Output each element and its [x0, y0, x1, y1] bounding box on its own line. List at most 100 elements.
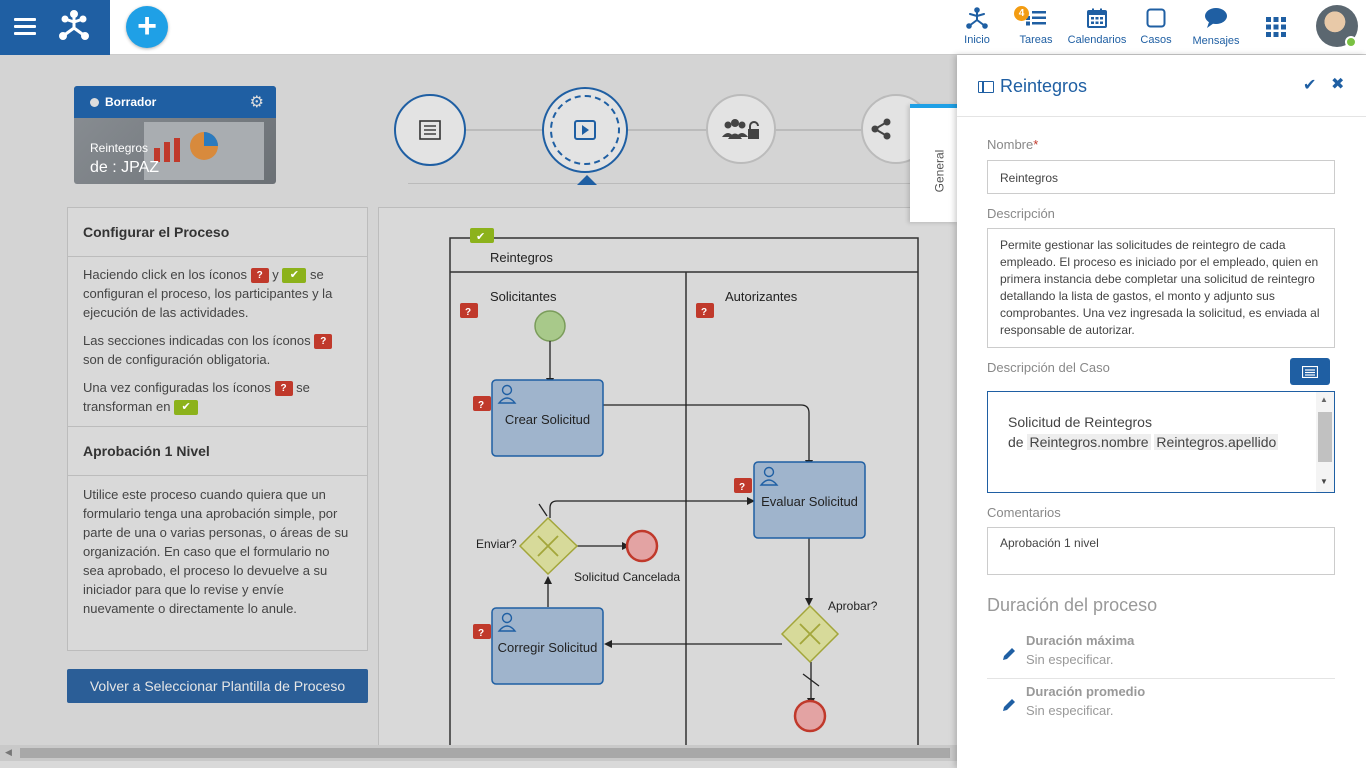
p2-text-a: Las secciones indicadas con los íconos: [83, 333, 311, 348]
comentarios-textarea[interactable]: Aprobación 1 nivel: [987, 527, 1335, 575]
step-connector: [430, 129, 910, 131]
edit-pencil-icon[interactable]: [1001, 646, 1017, 662]
svg-text:?: ?: [478, 400, 484, 411]
check-icon: ✔: [174, 400, 199, 416]
desc-caso-line2: de Reintegros.nombre Reintegros.apellido: [1008, 434, 1279, 450]
logo-icon[interactable]: [58, 10, 90, 42]
panel-title: Reintegros: [1000, 76, 1088, 96]
brand-area: [0, 0, 110, 55]
svg-text:✔: ✔: [476, 231, 485, 243]
required-icon: ?: [250, 268, 269, 284]
duracion-promedio-row[interactable]: Duración promedio Sin especificar.: [987, 684, 1335, 730]
desc-caso-label: Descripción del Caso: [987, 360, 1110, 375]
end-event: [793, 699, 827, 733]
svg-text:?: ?: [478, 628, 484, 639]
gateway-aprobar-label: Aprobar?: [828, 599, 878, 613]
process-icon: [966, 7, 988, 29]
properties-panel: Reintegros ✔ ✖ Nombre* Reintegros Descri…: [957, 55, 1366, 768]
svg-text:?: ?: [701, 307, 707, 318]
scroll-left-icon[interactable]: ◀: [5, 747, 12, 758]
form-icon: [419, 120, 441, 140]
template-section-title: Aprobación 1 Nivel: [68, 427, 367, 476]
descripcion-textarea[interactable]: Permite gestionar las solicitudes de rei…: [987, 228, 1335, 348]
nav-casos[interactable]: Casos: [1138, 6, 1174, 46]
nav-casos-label: Casos: [1140, 34, 1172, 46]
back-to-templates-button[interactable]: Volver a Seleccionar Plantilla de Proces…: [67, 669, 368, 703]
task-evaluar-label[interactable]: Evaluar Solicitud: [754, 494, 865, 509]
nav-inicio-label: Inicio: [964, 34, 990, 46]
lane-autorizantes-label: Autorizantes: [725, 289, 798, 304]
nav-tareas-label: Tareas: [1019, 34, 1053, 46]
confirm-icon[interactable]: ✔: [1303, 75, 1316, 95]
variable-chip[interactable]: Reintegros.nombre: [1027, 434, 1151, 450]
gear-icon[interactable]: ⚙: [250, 92, 264, 112]
panel-icon: [978, 81, 994, 93]
duracion-maxima-row[interactable]: Duración máxima Sin especificar.: [987, 633, 1335, 679]
process-diagram: ✔ ? ? ? ? ? Reintegros Solicitantes Auto…: [378, 207, 958, 748]
tab-general[interactable]: General: [910, 104, 958, 222]
descripcion-label: Descripción: [987, 206, 1055, 221]
start-event: [534, 310, 566, 342]
menu-icon[interactable]: [14, 18, 36, 36]
task-crear-label[interactable]: Crear Solicitud: [492, 412, 603, 427]
nav-calendarios-label: Calendarios: [1067, 34, 1127, 46]
crear-required-icon: ?: [473, 396, 491, 411]
pool-label: Reintegros: [490, 250, 553, 265]
p2-text-b: son de configuración obligatoria.: [83, 352, 271, 367]
status-dot-icon: [90, 97, 99, 107]
nav-mensajes[interactable]: Mensajes: [1190, 6, 1242, 47]
svg-text:?: ?: [465, 307, 471, 318]
p1-text-b: y: [272, 267, 279, 282]
step-baseline: [408, 183, 928, 184]
apps-grid-icon[interactable]: [1266, 17, 1286, 37]
nombre-label: Nombre*: [987, 137, 1039, 152]
task-corregir-label[interactable]: Corregir Solicitud: [492, 640, 603, 655]
config-section-title: Configurar el Proceso: [68, 208, 367, 257]
messages-icon: [1205, 8, 1227, 28]
configuration-help-panel: Configurar el Proceso Haciendo click en …: [67, 207, 368, 651]
card-status: Borrador: [105, 95, 157, 109]
desc-caso-editor-button[interactable]: [1290, 358, 1330, 385]
variable-chip[interactable]: Reintegros.apellido: [1154, 434, 1279, 450]
lane1-required-icon: ?: [460, 303, 478, 318]
required-icon: ?: [314, 334, 333, 350]
template-description: Utilice este proceso cuando quiera que u…: [83, 487, 349, 616]
nav-calendarios[interactable]: Calendarios: [1066, 6, 1128, 46]
calendar-icon: [1087, 8, 1107, 28]
evaluar-required-icon: ?: [734, 478, 752, 493]
desc-caso-line1: Solicitud de Reintegros: [1008, 414, 1152, 430]
duracion-maxima-value: Sin especificar.: [1026, 652, 1114, 667]
online-status-icon: [1345, 36, 1357, 48]
step-form[interactable]: [394, 94, 466, 166]
process-card[interactable]: Borrador ⚙ Reintegros de : JPAZ: [74, 86, 276, 184]
step-process[interactable]: [542, 87, 628, 173]
p1-text-a: Haciendo click en los íconos: [83, 267, 248, 282]
close-icon[interactable]: ✖: [1331, 74, 1344, 94]
nav-tareas[interactable]: 4 Tareas: [1014, 6, 1054, 46]
required-icon: ?: [274, 381, 293, 397]
corregir-required-icon: ?: [473, 624, 491, 639]
panel-header: Reintegros ✔ ✖: [957, 55, 1366, 117]
scroll-up-icon: ▲: [1320, 395, 1328, 404]
lane2-required-icon: ?: [696, 303, 714, 318]
desc-caso-editor[interactable]: Solicitud de Reintegros de Reintegros.no…: [987, 391, 1335, 493]
participants-icon: [722, 119, 759, 139]
nombre-input[interactable]: Reintegros: [987, 160, 1335, 194]
add-button[interactable]: +: [126, 6, 168, 48]
duracion-promedio-label: Duración promedio: [1026, 684, 1146, 699]
share-icon: [871, 118, 891, 140]
scroll-thumb[interactable]: [20, 748, 950, 758]
edit-pencil-icon[interactable]: [1001, 697, 1017, 713]
top-bar: + Inicio 4 Tareas Calendarios Casos Mens…: [0, 0, 1366, 55]
desc-caso-scrollbar[interactable]: ▲ ▼: [1316, 392, 1334, 492]
step-pointer-icon: [577, 175, 597, 185]
tab-general-label: General: [932, 149, 947, 193]
tasks-badge: 4: [1014, 6, 1029, 21]
play-icon: [574, 120, 596, 140]
horizontal-scrollbar[interactable]: ◀: [0, 745, 957, 761]
comentarios-label: Comentarios: [987, 505, 1061, 520]
step-participants[interactable]: [706, 94, 776, 164]
cases-icon: [1146, 8, 1166, 28]
nav-inicio[interactable]: Inicio: [960, 6, 994, 46]
duracion-promedio-value: Sin especificar.: [1026, 703, 1114, 718]
